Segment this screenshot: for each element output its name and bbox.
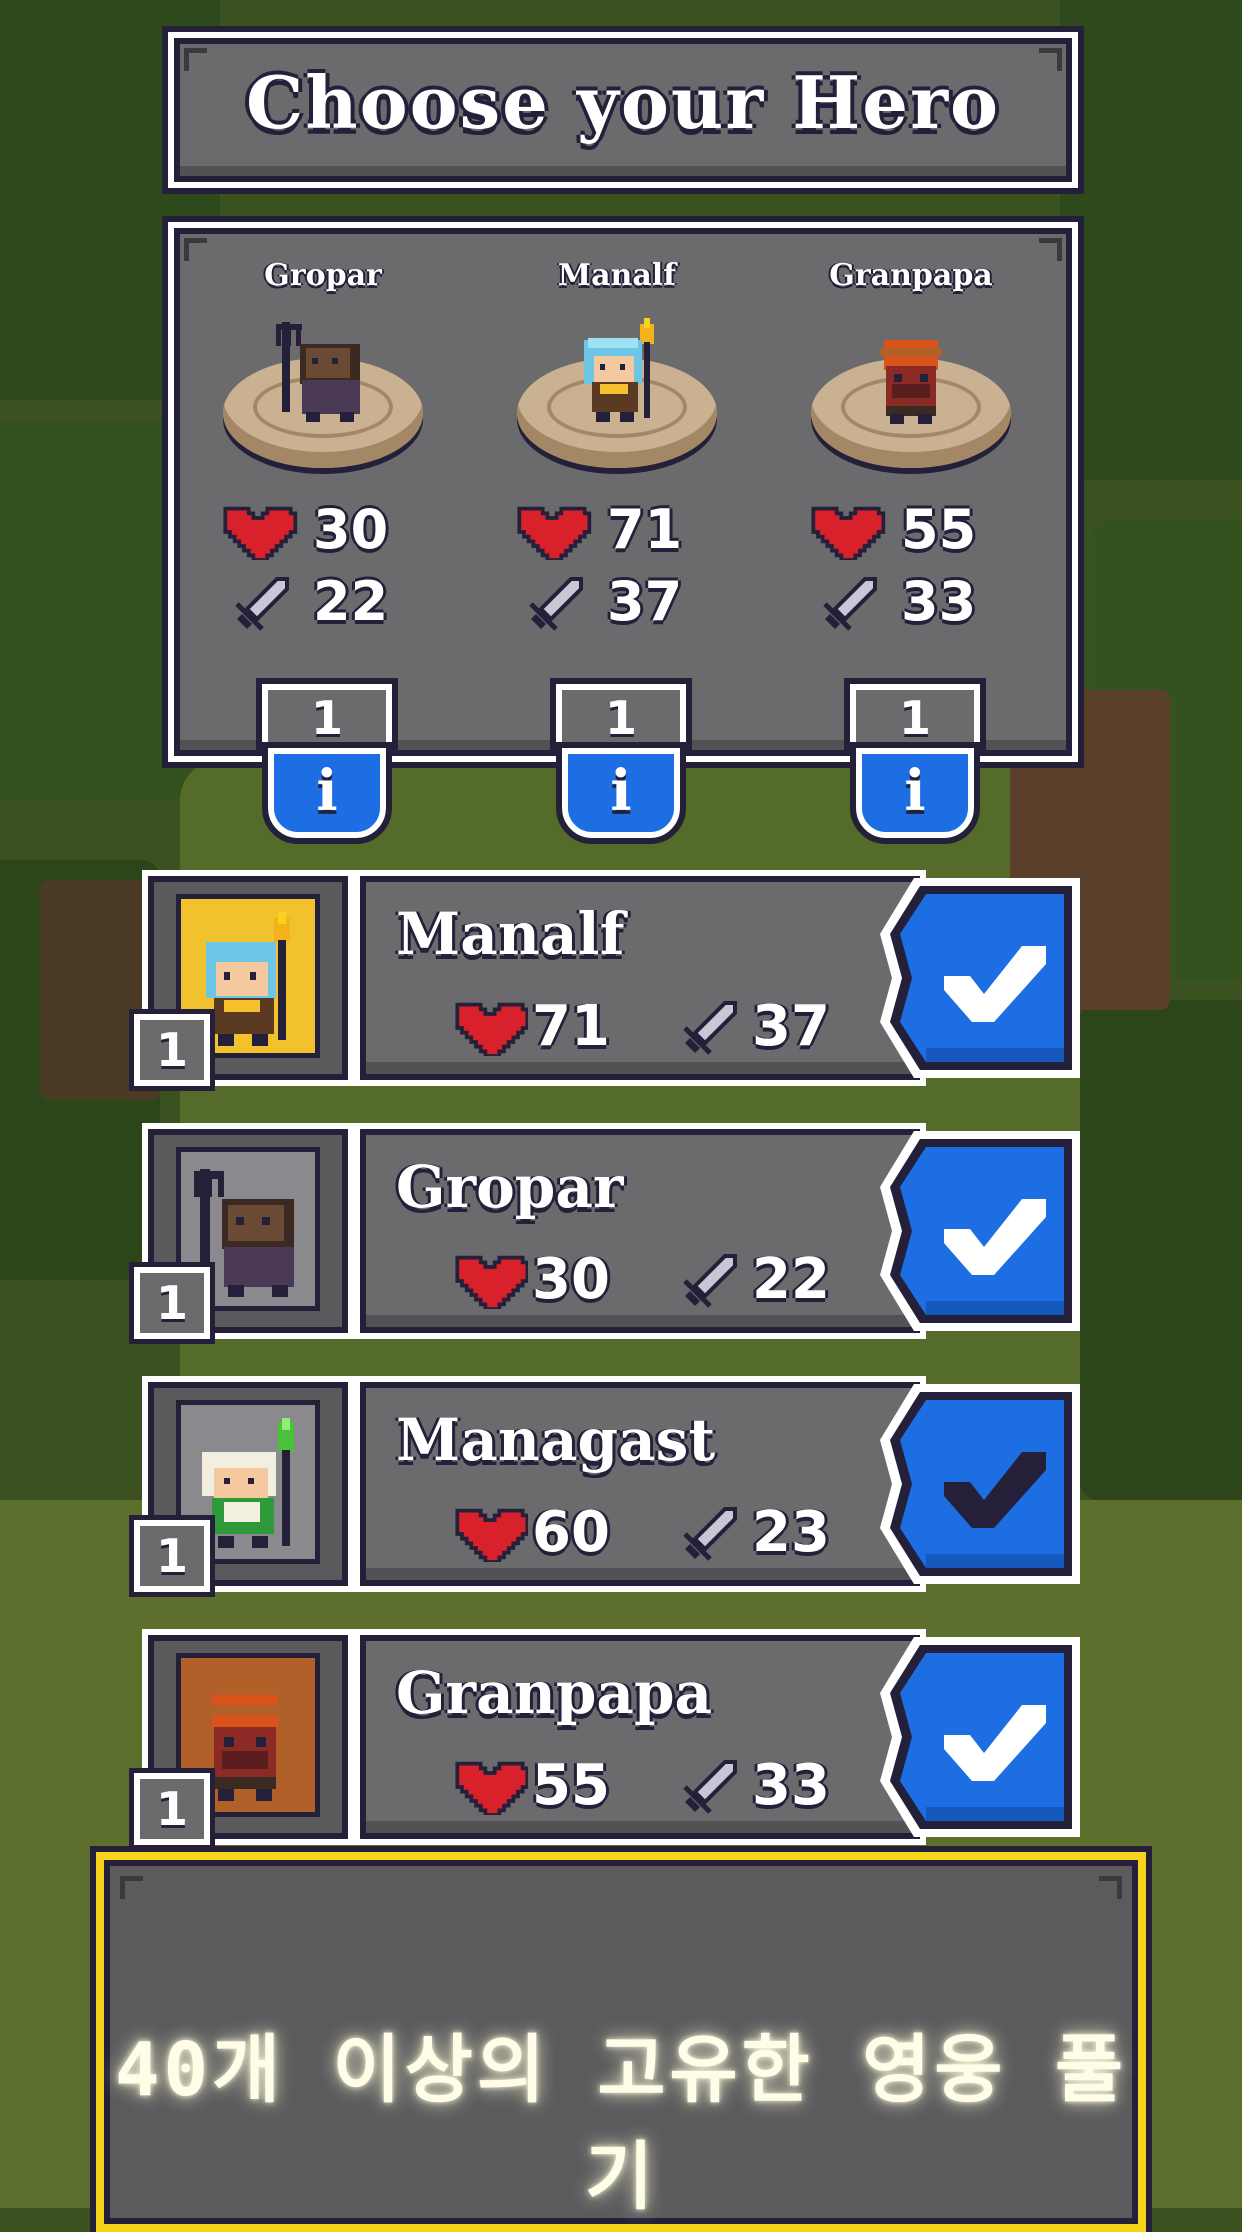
hero-card[interactable]: Managast 60 23 1 [129, 1374, 1094, 1597]
heart-icon [455, 1761, 528, 1815]
hero-name: Gropar [264, 258, 382, 293]
level-badge: 1 [550, 678, 692, 756]
info-icon[interactable]: i [850, 742, 980, 844]
manalf-sprite [584, 318, 654, 422]
hero-name: Manalf [557, 258, 677, 293]
corner-rivet [1099, 1876, 1122, 1899]
level-badge: 1 [129, 1515, 215, 1597]
sword-icon [235, 577, 289, 631]
promo-banner: 40개 이상의 고유한 영웅 풀기 [90, 1846, 1152, 2232]
heart-icon [455, 1508, 528, 1562]
gropar-sprite [276, 322, 360, 422]
info-icon[interactable]: i [262, 742, 392, 844]
hero-name: Granpapa [829, 258, 993, 293]
select-toggle[interactable] [874, 1631, 1090, 1843]
hp-value: 71 [532, 994, 610, 1059]
sword-icon [683, 1001, 737, 1055]
select-toggle[interactable] [874, 872, 1090, 1084]
hero-info: Granpapa 55 33 [354, 1629, 926, 1845]
level-badge: 1 [129, 1009, 215, 1091]
level-badge: 1 [129, 1262, 215, 1344]
heart-icon [223, 506, 298, 560]
atk-value: 33 [901, 570, 977, 633]
hp-value: 71 [607, 498, 683, 561]
hp-value: 55 [901, 498, 977, 561]
hero-info: Gropar 30 22 [354, 1123, 926, 1339]
hero-card[interactable]: Manalf 71 37 1 [129, 868, 1094, 1091]
sword-icon [683, 1760, 737, 1814]
atk-stat: 22 [218, 572, 438, 632]
atk-value: 37 [752, 994, 830, 1059]
manalf-sprite [206, 912, 290, 1046]
atk-stat: 23 [672, 1498, 872, 1568]
sword-icon [823, 577, 877, 631]
party-info-2[interactable]: 1 i [550, 678, 692, 844]
hp-value: 30 [532, 1247, 610, 1312]
atk-stat: 37 [672, 992, 872, 1062]
atk-value: 33 [752, 1753, 830, 1818]
heart-icon [455, 1255, 528, 1309]
select-toggle[interactable] [874, 1125, 1090, 1337]
level-badge: 1 [129, 1768, 215, 1850]
hero-card[interactable]: Granpapa 55 33 1 [129, 1627, 1094, 1850]
screen-title: Choose your Hero [245, 60, 1001, 145]
info-icon[interactable]: i [556, 742, 686, 844]
level-badge: 1 [844, 678, 986, 756]
sword-icon [683, 1507, 737, 1561]
party-panel: Gropar 30 22 Manalf 71 37 Granpapa 55 33 [162, 216, 1084, 768]
hero-name: Managast [396, 1406, 716, 1474]
hp-stat: 55 [806, 500, 1026, 560]
hp-value: 55 [532, 1753, 610, 1818]
hp-stat: 30 [452, 1245, 652, 1315]
hp-stat: 71 [452, 992, 652, 1062]
sword-icon [683, 1254, 737, 1308]
atk-stat: 22 [672, 1245, 872, 1315]
hero-card[interactable]: Gropar 30 22 1 [129, 1121, 1094, 1344]
corner-rivet [1039, 238, 1062, 261]
atk-stat: 33 [806, 572, 1026, 632]
title-panel: Choose your Hero [162, 26, 1084, 194]
granpapa-sprite [206, 1695, 284, 1801]
hero-name: Granpapa [396, 1659, 713, 1727]
hp-stat: 60 [452, 1498, 652, 1568]
atk-value: 22 [752, 1247, 830, 1312]
hero-name: Gropar [396, 1153, 624, 1221]
hero-info: Manalf 71 37 [354, 870, 926, 1086]
granpapa-sprite [880, 340, 942, 424]
heart-icon [455, 1002, 528, 1056]
sword-icon [529, 577, 583, 631]
atk-value: 23 [752, 1500, 830, 1565]
atk-value: 37 [607, 570, 683, 633]
party-info-1[interactable]: 1 i [256, 678, 398, 844]
atk-value: 22 [313, 570, 389, 633]
gropar-sprite [194, 1169, 294, 1297]
atk-stat: 37 [512, 572, 732, 632]
level-badge: 1 [256, 678, 398, 756]
managast-sprite [202, 1418, 294, 1548]
hp-stat: 55 [452, 1751, 652, 1821]
hero-info: Managast 60 23 [354, 1376, 926, 1592]
heart-icon [517, 506, 592, 560]
heart-icon [811, 506, 886, 560]
promo-text: 40개 이상의 고유한 영웅 풀기 [114, 2027, 1128, 2220]
select-toggle[interactable] [874, 1378, 1090, 1590]
atk-stat: 33 [672, 1751, 872, 1821]
hero-name: Manalf [396, 900, 625, 968]
corner-rivet [120, 1876, 143, 1899]
party-info-3[interactable]: 1 i [844, 678, 986, 844]
hp-stat: 30 [218, 500, 438, 560]
hp-stat: 71 [512, 500, 732, 560]
hp-value: 30 [313, 498, 389, 561]
hp-value: 60 [532, 1500, 610, 1565]
